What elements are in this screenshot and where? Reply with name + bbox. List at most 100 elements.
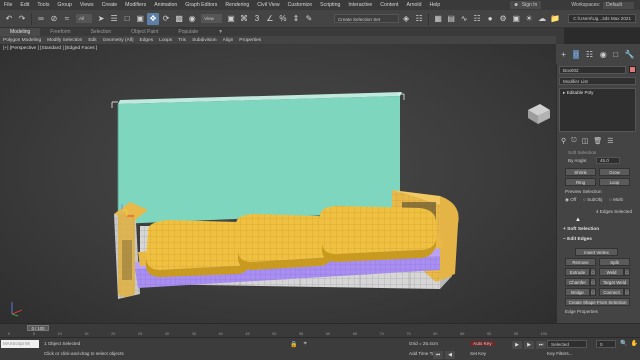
ribbon-geometry-all[interactable]: Geometry (All) [100, 38, 137, 43]
perspective-viewport[interactable]: [+] [Perspective ] [Standard ] [Edged Fa… [0, 44, 556, 323]
keyboard-shortcut-icon[interactable]: ⌘ [238, 13, 250, 25]
ribbon-tris[interactable]: Tris [175, 38, 189, 43]
tab-object-paint[interactable]: Object Paint [121, 28, 168, 36]
connect-button[interactable]: Connect [599, 288, 624, 296]
pin-stack-icon[interactable]: ⚲ [561, 137, 566, 145]
absolute-mode-icon[interactable]: ⌖ [303, 341, 306, 348]
menu-modifiers[interactable]: Modifiers [121, 2, 150, 8]
curve-editor-icon[interactable]: ∿ [458, 13, 470, 25]
tab-modeling[interactable]: Modeling [0, 28, 41, 36]
go-to-start-icon[interactable]: ⏮ [433, 351, 443, 359]
ribbon-align[interactable]: Align [220, 38, 237, 43]
modify-tab-icon[interactable]: ◌ [572, 49, 580, 59]
ribbon-properties[interactable]: Properties [236, 38, 264, 43]
extrude-button[interactable]: Extrude [565, 268, 590, 276]
redo-icon[interactable]: ↷ [16, 13, 28, 25]
key-mode-dropdown[interactable]: Selected [547, 340, 587, 348]
menu-interactive[interactable]: Interactive [344, 2, 376, 8]
named-selection-set-dropdown[interactable]: Create Selection Set [333, 14, 400, 23]
preview-multi-radio[interactable]: ○ Multi [609, 197, 623, 202]
menu-animation[interactable]: Animation [150, 2, 181, 8]
split-button[interactable]: Split [599, 258, 630, 266]
go-to-end-icon[interactable]: ⏭ [536, 341, 546, 349]
scene-explorer-icon[interactable]: ▦ [432, 13, 444, 25]
time-slider[interactable]: 0 / 100 0 5 10 15 20 25 30 35 40 45 50 5… [0, 323, 640, 337]
grow-button[interactable]: Grow [599, 168, 630, 176]
loop-button[interactable]: Loop [599, 178, 630, 186]
selection-filter-dropdown[interactable]: All [76, 14, 93, 23]
modifier-list-dropdown[interactable]: Modifier List [559, 77, 636, 85]
prev-frame-icon[interactable]: ◀ [445, 351, 455, 359]
viewcube-icon[interactable] [528, 104, 550, 124]
ribbon-modify-selection[interactable]: Modify Selection [44, 38, 85, 43]
folder-icon[interactable]: 📁 [549, 13, 561, 25]
stack-item-editable-poly[interactable]: ▸ Editable Poly [560, 89, 635, 97]
edit-edges-rollout[interactable]: − Edit Edges [559, 236, 637, 244]
bind-space-warp-icon[interactable]: ≈ [61, 13, 73, 25]
menu-tools[interactable]: Tools [33, 2, 53, 8]
ribbon-polygon-modeling[interactable]: Polygon Modeling [0, 38, 44, 43]
menu-civil-view[interactable]: Civil View [253, 2, 283, 8]
by-angle-input[interactable]: 45.0 [596, 157, 620, 164]
hierarchy-tab-icon[interactable]: ☷ [586, 50, 593, 59]
pivot-center-icon[interactable]: ▣ [225, 13, 237, 25]
edit-named-selection-icon[interactable]: ✎ [303, 13, 315, 25]
select-by-name-icon[interactable]: ☰ [108, 13, 120, 25]
select-and-move-icon[interactable]: ✥ [147, 12, 160, 25]
tab-selection[interactable]: Selection [81, 28, 122, 36]
lock-icon[interactable]: 🔒 [290, 341, 297, 348]
ribbon-subdivision[interactable]: Subdivision [189, 38, 220, 43]
configure-sets-icon[interactable]: ☰ [607, 137, 613, 145]
soft-selection-rollout[interactable]: + Soft Selection [559, 226, 637, 234]
chamfer-settings-button[interactable]: □ [590, 278, 596, 286]
align-icon[interactable]: ☷ [413, 13, 425, 25]
maxscript-listener[interactable]: MAXScript Mi [1, 340, 39, 348]
menu-edit[interactable]: Edit [16, 2, 33, 8]
mirror-icon[interactable]: ◈ [400, 13, 412, 25]
sofa-backrest[interactable] [117, 92, 402, 224]
layer-explorer-icon[interactable]: ▤ [445, 13, 457, 25]
next-frame-icon[interactable]: ▶ [524, 341, 534, 349]
snaps-toggle-icon[interactable]: 3 [251, 13, 263, 25]
render-setup-icon[interactable]: ⚙ [497, 13, 509, 25]
menu-rendering[interactable]: Rendering [221, 2, 253, 8]
auto-key-button[interactable]: Auto Key [470, 341, 495, 346]
menu-group[interactable]: Group [53, 2, 75, 8]
menu-file[interactable]: File [0, 2, 16, 8]
schematic-view-icon[interactable]: ☷ [471, 13, 483, 25]
spinner-snap-icon[interactable]: ⇕ [290, 13, 302, 25]
menu-customize[interactable]: Customize [284, 2, 317, 8]
material-editor-icon[interactable]: ● [484, 13, 496, 25]
angle-snap-icon[interactable]: ∠ [264, 13, 276, 25]
modifier-stack[interactable]: ▸ Editable Poly [559, 88, 636, 132]
ribbon-edges[interactable]: Edges [137, 38, 157, 43]
rectangular-selection-icon[interactable]: □ [121, 13, 133, 25]
menu-views[interactable]: Views [76, 2, 98, 8]
display-tab-icon[interactable]: □ [613, 50, 618, 59]
motion-tab-icon[interactable]: ◉ [600, 50, 607, 59]
zoom-icon[interactable]: 🔍 [620, 340, 627, 347]
bridge-settings-button[interactable]: □ [590, 288, 596, 296]
play-icon[interactable]: ▶ [512, 341, 522, 349]
project-path-field[interactable]: C:\Users\Ug...3ds Max 2021 [568, 14, 636, 23]
create-tab-icon[interactable]: + [561, 50, 566, 59]
expand-icon[interactable]: ▸ [563, 90, 565, 95]
remove-modifier-icon[interactable]: 🗑 [593, 137, 602, 145]
insert-vertex-button[interactable]: Insert Vertex [575, 248, 618, 256]
preview-subobj-radio[interactable]: ○ SubObj [583, 197, 602, 202]
select-object-icon[interactable]: ➤ [95, 13, 107, 25]
rendered-frame-window-icon[interactable]: ▣ [510, 13, 522, 25]
render-production-icon[interactable]: ☀ [523, 13, 535, 25]
menu-create[interactable]: Create [98, 2, 122, 8]
shrink-button[interactable]: Shrink [565, 168, 596, 176]
chamfer-button[interactable]: Chamfer [565, 278, 590, 286]
menu-arnold[interactable]: Arnold [402, 2, 425, 8]
current-frame-field[interactable]: 0 [596, 340, 616, 348]
object-name-field[interactable]: Box002 [559, 66, 626, 74]
tab-populate[interactable]: Populate [168, 28, 208, 36]
workspace-dropdown[interactable]: Default [603, 1, 634, 9]
undo-icon[interactable]: ↶ [3, 13, 15, 25]
menu-help[interactable]: Help [425, 2, 444, 8]
window-crossing-icon[interactable]: ▣ [134, 13, 146, 25]
ribbon-edit[interactable]: Edit [85, 38, 99, 43]
